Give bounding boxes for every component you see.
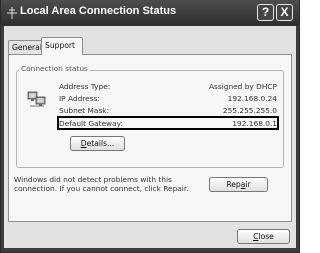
support-tab-panel: Connection status Address Type: Assigned… bbox=[8, 54, 292, 222]
repair-message: Windows did not detect problems with thi… bbox=[14, 175, 189, 193]
tab-general[interactable]: General bbox=[8, 40, 42, 54]
connection-status-group-label: Connection status bbox=[19, 64, 90, 74]
close-icon[interactable]: X bbox=[276, 4, 293, 21]
help-button[interactable]: ? bbox=[257, 4, 274, 21]
ip-address-value: 192.168.0.24 bbox=[227, 94, 277, 103]
default-gateway-label: Default Gateway: bbox=[59, 119, 123, 128]
tab-support[interactable]: Support bbox=[41, 37, 83, 55]
window-title: Local Area Connection Status bbox=[20, 5, 177, 17]
ip-address-label: IP Address: bbox=[59, 94, 100, 103]
details-button[interactable]: Details... bbox=[70, 136, 125, 151]
dialog-client-area: General Support Connection status Addres… bbox=[4, 26, 296, 248]
address-type-value: Assigned by DHCP bbox=[208, 82, 277, 91]
address-type-label: Address Type: bbox=[59, 82, 111, 91]
title-bar[interactable]: Local Area Connection Status ? X bbox=[1, 0, 299, 26]
close-button[interactable]: Close bbox=[237, 229, 290, 244]
default-gateway-value: 192.168.0.1 bbox=[232, 119, 277, 128]
subnet-mask-value: 255.255.255.0 bbox=[222, 106, 277, 115]
subnet-mask-label: Subnet Mask: bbox=[59, 106, 110, 115]
network-connection-icon bbox=[7, 7, 17, 19]
status-dialog: Local Area Connection Status ? X General… bbox=[0, 0, 300, 253]
network-computers-icon bbox=[27, 91, 46, 107]
repair-button[interactable]: Repair bbox=[209, 177, 268, 192]
